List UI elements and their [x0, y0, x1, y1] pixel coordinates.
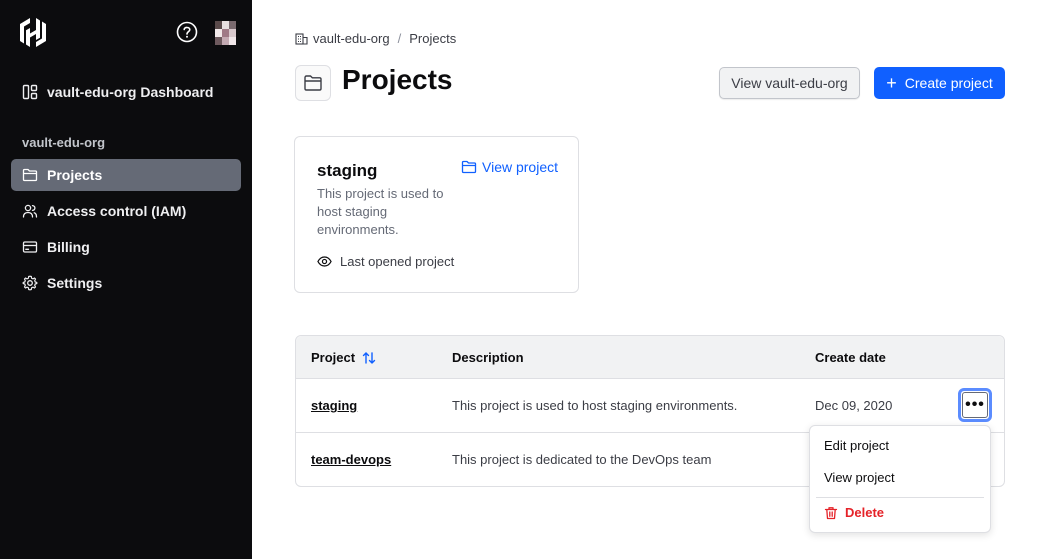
avatar[interactable] [215, 21, 236, 45]
breadcrumb-separator: / [397, 31, 402, 46]
column-header-project[interactable]: Project [311, 350, 376, 365]
card-project-title: staging [317, 161, 378, 180]
breadcrumb: vault-edu-org / Projects [295, 31, 456, 46]
menu-item-edit-project[interactable]: Edit project [824, 438, 889, 453]
card-view-project-label: View project [482, 159, 559, 175]
project-name-link[interactable]: staging [311, 398, 357, 413]
row-actions-button[interactable]: ••• [958, 388, 992, 422]
page-title: Projects [342, 64, 453, 95]
create-project-button[interactable]: + Create project [874, 67, 1005, 99]
project-create-date: Dec 09, 2020 [815, 398, 893, 413]
hashicorp-logo-icon[interactable] [18, 17, 48, 48]
menu-divider [816, 497, 984, 498]
table-header: Project Description Create date [296, 336, 1004, 379]
users-icon [22, 204, 38, 218]
sidebar-item-dashboard[interactable]: vault-edu-org Dashboard [11, 76, 241, 108]
project-name-link[interactable]: team-devops [311, 452, 391, 467]
card-project-description: This project is used to host staging env… [317, 186, 444, 237]
last-opened-label: Last opened project [340, 254, 455, 269]
sidebar-item-billing[interactable]: Billing [11, 231, 241, 263]
breadcrumb-current: Projects [409, 31, 457, 46]
organization-icon [295, 33, 308, 45]
project-description: This project is used to host staging env… [452, 398, 738, 413]
gear-icon [22, 275, 38, 291]
last-opened-project-card: staging View project This project is use… [294, 136, 579, 293]
column-header-description: Description [452, 350, 524, 365]
last-opened-indicator: Last opened project [317, 254, 454, 269]
sidebar-item-label: Settings [47, 275, 103, 291]
sidebar-item-label: vault-edu-org Dashboard [47, 84, 214, 100]
row-actions-dropdown: Edit project View project Delete [809, 425, 991, 533]
help-circle-icon[interactable] [176, 21, 198, 43]
menu-item-delete[interactable]: Delete [824, 505, 884, 520]
credit-card-icon [22, 241, 38, 253]
sidebar-item-projects[interactable]: Projects [11, 159, 241, 191]
sidebar-org-label: vault-edu-org [22, 135, 106, 150]
menu-item-delete-label: Delete [845, 505, 885, 520]
menu-item-view-project[interactable]: View project [824, 470, 895, 485]
sidebar-item-label: Access control (IAM) [47, 203, 187, 219]
folder-icon [461, 160, 477, 174]
view-org-button[interactable]: View vault-edu-org [719, 67, 860, 99]
sidebar-item-settings[interactable]: Settings [11, 267, 241, 299]
folder-icon [304, 75, 322, 91]
column-header-create-date: Create date [815, 350, 886, 365]
page-title-icon-box [295, 65, 331, 101]
folder-icon [22, 168, 38, 182]
sidebar-item-access-control[interactable]: Access control (IAM) [11, 195, 241, 227]
sidebar-item-label: Billing [47, 239, 90, 255]
sort-icon[interactable] [362, 351, 376, 365]
plus-icon: + [886, 73, 897, 93]
create-project-label: Create project [904, 75, 993, 91]
more-horizontal-icon: ••• [962, 392, 988, 418]
column-header-label: Project [311, 350, 356, 365]
sidebar: vault-edu-org Dashboard vault-edu-org Pr… [0, 0, 252, 559]
eye-icon [317, 256, 332, 267]
trash-icon [824, 506, 838, 519]
sidebar-item-label: Projects [47, 167, 103, 183]
project-description: This project is dedicated to the DevOps … [452, 452, 712, 467]
breadcrumb-org-link[interactable]: vault-edu-org [313, 31, 390, 46]
dashboard-icon [22, 84, 38, 100]
card-view-project-link[interactable]: View project [461, 159, 558, 175]
